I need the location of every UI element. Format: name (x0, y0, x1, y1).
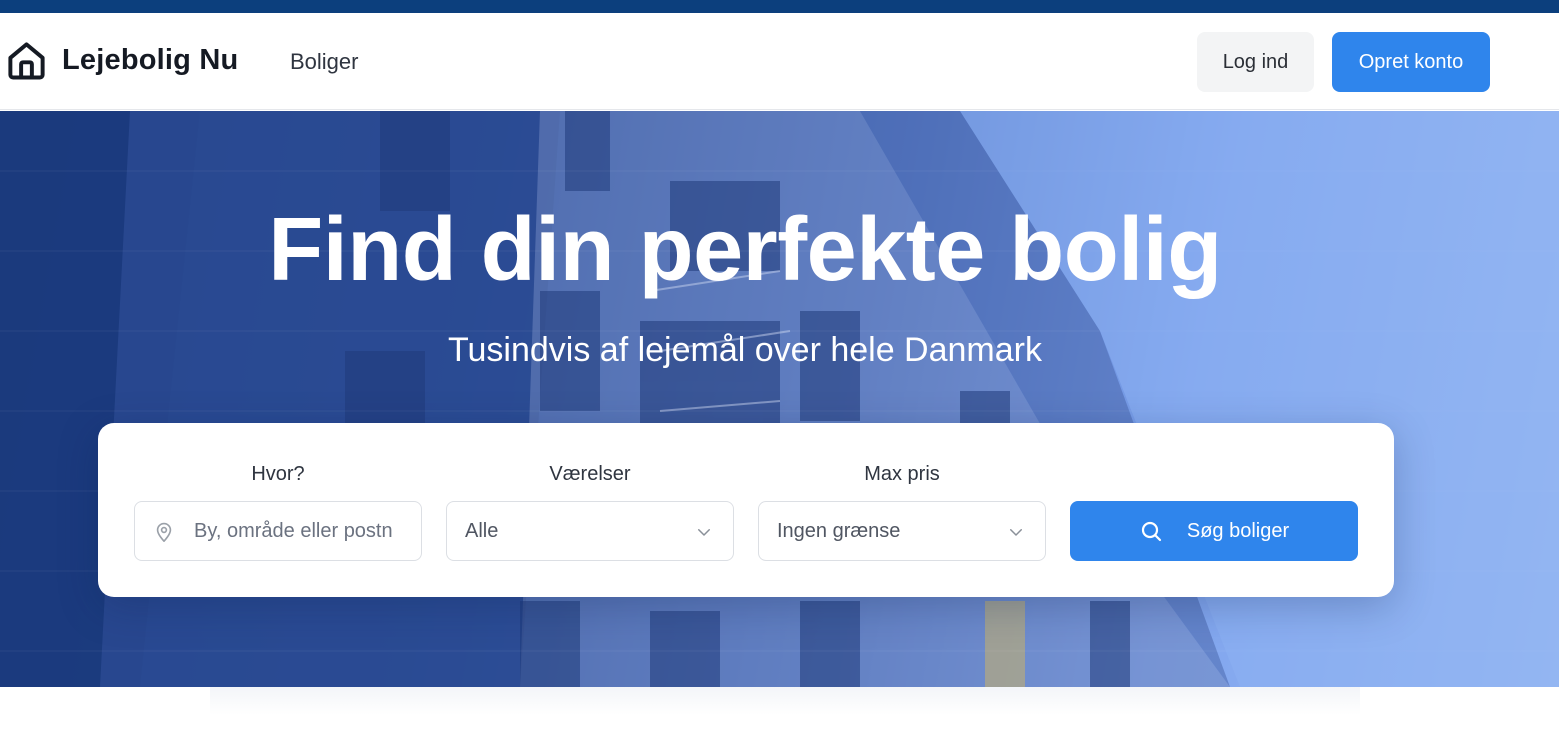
login-button[interactable]: Log ind (1197, 32, 1314, 92)
where-label: Hvor? (251, 463, 305, 485)
map-pin-icon (156, 522, 172, 542)
chevron-down-icon (1010, 529, 1022, 536)
max-price-select[interactable]: Ingen grænse (758, 501, 1046, 561)
house-icon (8, 42, 45, 80)
search-button[interactable]: Søg boliger (1070, 501, 1358, 561)
search-panel: Hvor? Værelser Max pris By, område eller… (98, 423, 1394, 597)
brand-name: Lejebolig Nu (62, 44, 239, 76)
location-input[interactable]: By, område eller postn (134, 501, 422, 561)
rooms-select[interactable]: Alle (446, 501, 734, 561)
rooms-label: Værelser (549, 463, 631, 485)
search-button-label: Søg boliger (1186, 519, 1290, 542)
max-price-selected-value: Ingen grænse (777, 520, 901, 542)
top-accent-bar (0, 0, 1559, 13)
section-shadow (210, 687, 1360, 715)
chevron-down-icon (698, 529, 710, 536)
hero-section: Find din perfekte bolig Tusindvis af lej… (0, 111, 1559, 687)
location-placeholder: By, område eller postn (194, 520, 393, 542)
rooms-selected-value: Alle (465, 520, 499, 542)
site-header: Lejebolig Nu Boliger Log ind Opret konto (0, 13, 1559, 110)
hero-subtitle: Tusindvis af lejemål over hele Danmark (448, 331, 1042, 369)
brand-logo-link[interactable]: Lejebolig Nu (5, 39, 238, 82)
nav-link-boliger[interactable]: Boliger (290, 49, 358, 75)
search-icon (1141, 521, 1161, 542)
signup-button[interactable]: Opret konto (1332, 32, 1490, 92)
hero-title: Find din perfekte bolig (268, 200, 1222, 300)
hero-background-image (0, 111, 1559, 687)
price-label: Max pris (864, 463, 940, 485)
